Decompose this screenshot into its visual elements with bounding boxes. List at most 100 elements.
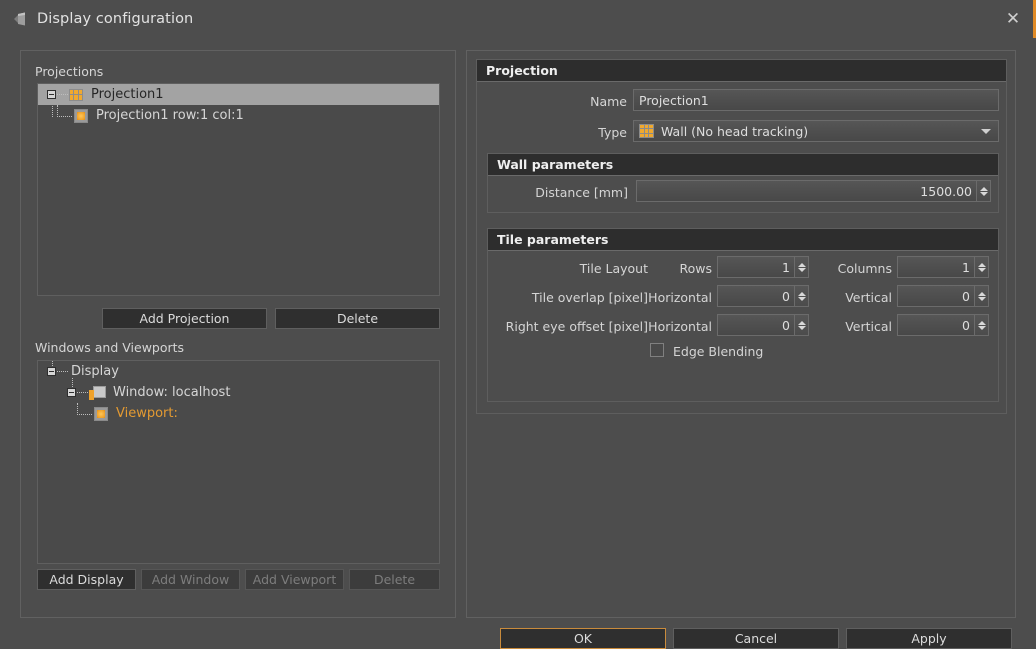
tree-connector [57, 104, 72, 117]
tree-item-label: Projection1 [91, 87, 164, 102]
tree-row[interactable]: Window: localhost [38, 382, 439, 403]
delete-window-button: Delete [349, 569, 440, 590]
stepper-up-icon[interactable] [797, 291, 806, 296]
stepper-down-icon[interactable] [797, 325, 806, 330]
wall-group-title: Wall parameters [488, 154, 998, 176]
tile-group-title: Tile parameters [488, 229, 998, 251]
rows-stepper[interactable] [794, 256, 809, 278]
righteye-vertical-value: 0 [962, 317, 970, 333]
columns-value: 1 [962, 259, 970, 275]
tree-connector [77, 402, 92, 415]
tree-connector [57, 93, 68, 96]
dialog-body: Projections Projection1 Projection1 row:… [0, 38, 1036, 649]
overlap-horizontal-label: Horizontal [648, 290, 712, 305]
grid-3x3-icon [639, 124, 654, 138]
name-label: Name [590, 94, 627, 109]
righteye-vertical-input[interactable]: 0 [897, 314, 975, 336]
righteye-horizontal-stepper[interactable] [794, 314, 809, 336]
overlap-vertical-label: Vertical [845, 290, 892, 305]
stepper-down-icon[interactable] [979, 191, 988, 196]
wall-parameters-group: Wall parameters Distance [mm] 1500.00 [487, 153, 999, 213]
grid-3x2-icon [69, 88, 83, 101]
windows-viewports-tree[interactable]: Display Window: localhost Viewport: [37, 360, 440, 564]
rows-input[interactable]: 1 [717, 256, 795, 278]
name-input[interactable]: Projection1 [633, 89, 999, 111]
edge-blending-checkbox[interactable] [650, 343, 664, 357]
overlap-vertical-stepper[interactable] [974, 285, 989, 307]
close-icon[interactable]: ✕ [998, 4, 1028, 34]
stepper-up-icon[interactable] [977, 291, 986, 296]
distance-value: 1500.00 [920, 183, 972, 199]
stepper-down-icon[interactable] [977, 267, 986, 272]
tile-icon [94, 406, 108, 421]
tree-row[interactable]: Projection1 row:1 col:1 [38, 104, 439, 126]
righteye-horizontal-input[interactable]: 0 [717, 314, 795, 336]
rows-label: Rows [679, 261, 712, 276]
stepper-down-icon[interactable] [797, 267, 806, 272]
stepper-down-icon[interactable] [977, 296, 986, 301]
projections-tree[interactable]: Projection1 Projection1 row:1 col:1 [37, 83, 440, 296]
distance-input[interactable]: 1500.00 [636, 180, 977, 202]
ok-button[interactable]: OK [500, 628, 666, 649]
add-display-button[interactable]: Add Display [37, 569, 136, 590]
righteye-vertical-label: Vertical [845, 319, 892, 334]
page-title: Display configuration [37, 11, 194, 27]
collapse-icon[interactable] [47, 90, 56, 99]
righteye-horizontal-label: Horizontal [648, 319, 712, 334]
rows-value: 1 [782, 259, 790, 275]
windows-caption: Windows and Viewports [35, 340, 185, 355]
stepper-down-icon[interactable] [977, 325, 986, 330]
overlap-vertical-value: 0 [962, 288, 970, 304]
columns-stepper[interactable] [974, 256, 989, 278]
stepper-up-icon[interactable] [977, 320, 986, 325]
tree-connector [77, 391, 88, 394]
tile-layout-label: Tile Layout [579, 261, 648, 276]
stepper-up-icon[interactable] [797, 262, 806, 267]
add-projection-button[interactable]: Add Projection [102, 308, 267, 329]
collapse-icon[interactable] [67, 388, 76, 397]
chevron-down-icon[interactable] [981, 129, 991, 134]
left-panel: Projections Projection1 Projection1 row:… [20, 50, 456, 618]
overlap-horizontal-value: 0 [782, 288, 790, 304]
collapse-icon[interactable] [47, 367, 56, 376]
righteye-vertical-stepper[interactable] [974, 314, 989, 336]
projection-group: Projection Name Projection1 Type Wall (N… [476, 59, 1007, 414]
overlap-horizontal-stepper[interactable] [794, 285, 809, 307]
tile-icon [74, 108, 88, 123]
tile-parameters-group: Tile parameters Tile Layout Rows 1 Colum… [487, 228, 999, 402]
tree-row[interactable]: Viewport: [38, 402, 439, 424]
projection-group-title: Projection [477, 60, 1006, 82]
frustum-icon [12, 11, 28, 27]
type-select[interactable]: Wall (No head tracking) [633, 120, 999, 142]
tree-item-label: Viewport: [116, 406, 178, 421]
right-eye-offset-label: Right eye offset [pixel] [505, 319, 648, 334]
tree-item-label: Window: localhost [113, 385, 231, 400]
overlap-horizontal-input[interactable]: 0 [717, 285, 795, 307]
distance-stepper[interactable] [976, 180, 991, 202]
stepper-down-icon[interactable] [797, 296, 806, 301]
cancel-button[interactable]: Cancel [673, 628, 839, 649]
stepper-up-icon[interactable] [979, 186, 988, 191]
tree-item-label: Projection1 row:1 col:1 [96, 108, 244, 123]
tile-overlap-label: Tile overlap [pixel] [531, 290, 648, 305]
projections-caption: Projections [35, 64, 104, 79]
add-window-button: Add Window [141, 569, 240, 590]
columns-label: Columns [837, 261, 892, 276]
title-bar: Display configuration ✕ [0, 0, 1036, 38]
edge-blending-label: Edge Blending [673, 344, 764, 359]
stepper-up-icon[interactable] [797, 320, 806, 325]
righteye-horizontal-value: 0 [782, 317, 790, 333]
apply-button[interactable]: Apply [846, 628, 1012, 649]
type-label: Type [598, 125, 627, 140]
stepper-up-icon[interactable] [977, 262, 986, 267]
window-icon [89, 385, 107, 400]
tree-row[interactable]: Display [38, 361, 439, 382]
type-value: Wall (No head tracking) [661, 123, 809, 139]
delete-projection-button[interactable]: Delete [275, 308, 440, 329]
tree-item-label: Display [71, 364, 119, 379]
right-panel: Projection Name Projection1 Type Wall (N… [466, 50, 1016, 618]
columns-input[interactable]: 1 [897, 256, 975, 278]
overlap-vertical-input[interactable]: 0 [897, 285, 975, 307]
distance-label: Distance [mm] [535, 185, 628, 200]
tree-row[interactable]: Projection1 [38, 84, 439, 105]
